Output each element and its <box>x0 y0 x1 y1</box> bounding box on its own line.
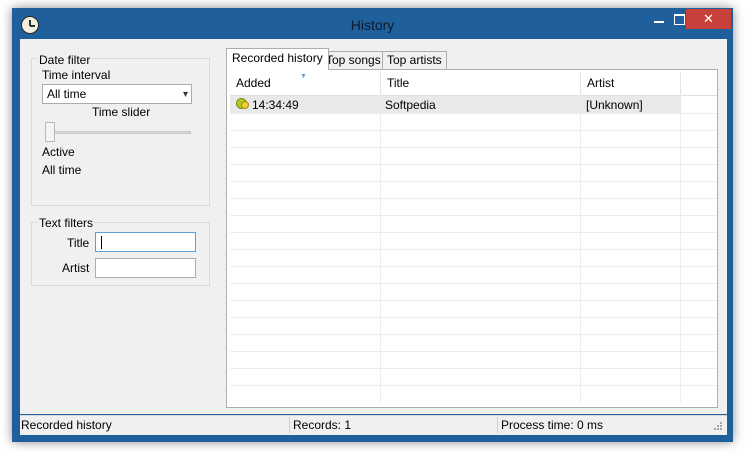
text-filters-title: Text filters <box>37 216 96 230</box>
time-slider-track[interactable] <box>47 131 191 134</box>
time-interval-value: All time <box>47 87 87 101</box>
grid-row-line <box>230 198 717 199</box>
tab-top-artists[interactable]: Top artists <box>382 51 447 69</box>
grid-row-line <box>230 266 717 267</box>
minimize-icon <box>653 21 664 23</box>
time-slider-label: Time slider <box>92 105 151 119</box>
tab-panel <box>226 69 718 408</box>
grid-row-line <box>230 249 717 250</box>
text-caret <box>101 236 102 250</box>
grid-column-line <box>380 95 381 402</box>
grid-row-line <box>230 334 717 335</box>
artist-filter-input[interactable] <box>95 258 196 278</box>
sort-ascending-icon: ▼ <box>300 73 307 80</box>
window-title: History <box>350 17 395 33</box>
grid-row-line <box>230 300 717 301</box>
row-title-cell: Softpedia <box>385 98 436 112</box>
column-header-artist[interactable]: Artist <box>581 72 681 95</box>
status-view: Recorded history <box>21 418 112 432</box>
grid-row-line <box>230 164 717 165</box>
grid-row-line <box>230 232 717 233</box>
grid-row-line <box>230 283 717 284</box>
tab-top-songs[interactable]: Top songs <box>321 51 386 69</box>
tab-recorded-history[interactable]: Recorded history <box>226 48 329 70</box>
active-label: Active <box>42 145 75 159</box>
status-process-time: Process time: 0 ms <box>501 418 604 432</box>
row-artist-cell: [Unknown] <box>586 98 643 112</box>
date-filter-title: Date filter <box>37 53 93 67</box>
grid-row-line <box>230 147 717 148</box>
artist-filter-label: Artist <box>62 261 90 275</box>
close-icon: ✕ <box>703 11 714 26</box>
column-header-title[interactable]: Title <box>381 72 581 95</box>
time-slider-thumb[interactable] <box>45 122 55 142</box>
status-records: Records: 1 <box>293 418 352 432</box>
grid-row-line <box>230 368 717 369</box>
title-filter-input[interactable] <box>95 232 196 252</box>
grid-row-line <box>230 351 717 352</box>
resize-grip-icon[interactable] <box>711 421 723 433</box>
status-separator <box>289 417 290 433</box>
minimize-button[interactable] <box>645 9 672 29</box>
status-bar <box>20 415 727 435</box>
grid-row-line <box>230 317 717 318</box>
close-button[interactable]: ✕ <box>686 9 731 29</box>
chevron-down-icon: ▾ <box>182 89 188 100</box>
grid-column-line <box>580 95 581 402</box>
grid-row-line <box>230 113 717 114</box>
grid-column-line <box>680 95 681 402</box>
time-interval-select[interactable]: All time ▾ <box>42 84 192 104</box>
title-filter-label: Title <box>67 236 90 250</box>
maximize-icon <box>673 13 685 25</box>
status-separator <box>497 417 498 433</box>
time-interval-label: Time interval <box>42 68 111 82</box>
active-value: All time <box>42 163 82 177</box>
grid-row-line <box>230 215 717 216</box>
grid-row-line <box>230 385 717 386</box>
song-record-icon-overlay <box>241 101 249 109</box>
maximize-button[interactable] <box>672 9 686 29</box>
grid-row-line <box>230 181 717 182</box>
grid-row-line <box>230 130 717 131</box>
row-added-cell: 14:34:49 <box>252 98 299 112</box>
